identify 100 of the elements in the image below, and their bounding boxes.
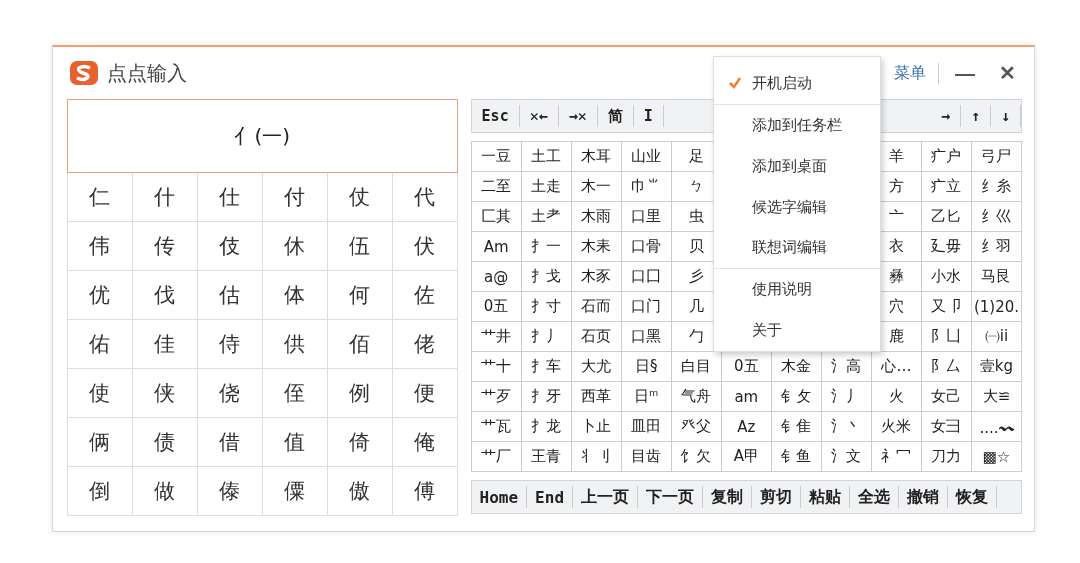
character-cell[interactable]: 倚 bbox=[327, 418, 393, 467]
character-cell[interactable]: 传 bbox=[132, 222, 198, 271]
component-cell[interactable]: 木金 bbox=[771, 352, 821, 381]
component-cell[interactable]: 西革 bbox=[571, 382, 621, 411]
component-cell[interactable]: 壹kg bbox=[971, 352, 1021, 381]
component-cell[interactable]: 纟巛 bbox=[971, 202, 1021, 231]
component-cell[interactable]: 阝凵 bbox=[921, 322, 971, 351]
component-cell[interactable]: Am bbox=[471, 232, 521, 261]
component-cell[interactable]: 廴毋 bbox=[921, 232, 971, 261]
component-cell[interactable]: 女彐 bbox=[921, 412, 971, 441]
component-cell[interactable]: 氵高 bbox=[821, 352, 871, 381]
character-cell[interactable]: 伟 bbox=[68, 222, 133, 271]
character-cell[interactable]: 优 bbox=[68, 271, 133, 320]
character-cell[interactable]: 借 bbox=[197, 418, 263, 467]
component-cell[interactable]: 匚其 bbox=[471, 202, 521, 231]
character-cell[interactable]: 佬 bbox=[392, 320, 458, 369]
toolbar-key[interactable]: ✕← bbox=[519, 105, 559, 127]
component-cell[interactable]: ▩☆ bbox=[971, 442, 1021, 471]
component-cell[interactable]: 饣欠 bbox=[671, 442, 721, 471]
edit-key[interactable]: 复制 bbox=[703, 486, 752, 508]
character-cell[interactable]: 伐 bbox=[132, 271, 198, 320]
component-cell[interactable]: 口里 bbox=[621, 202, 671, 231]
edit-key[interactable]: 全选 bbox=[850, 486, 899, 508]
close-button[interactable]: ✕ bbox=[991, 61, 1024, 85]
component-cell[interactable]: 又卩 bbox=[921, 292, 971, 321]
component-cell[interactable]: 癶父 bbox=[671, 412, 721, 441]
arrow-key[interactable]: ↓ bbox=[990, 105, 1021, 127]
component-cell[interactable]: am bbox=[721, 382, 771, 411]
component-cell[interactable]: 丬刂 bbox=[571, 442, 621, 471]
component-cell[interactable]: 目齿 bbox=[621, 442, 671, 471]
character-cell[interactable]: 值 bbox=[262, 418, 328, 467]
component-cell[interactable]: 小水 bbox=[921, 262, 971, 291]
character-cell[interactable]: 伏 bbox=[392, 222, 458, 271]
component-cell[interactable]: ....〰 bbox=[971, 412, 1021, 441]
component-cell[interactable]: 木雨 bbox=[571, 202, 621, 231]
character-cell[interactable]: 仕 bbox=[197, 173, 263, 222]
character-cell[interactable]: 仗 bbox=[327, 173, 393, 222]
character-cell[interactable]: 佰 bbox=[327, 320, 393, 369]
component-cell[interactable]: 石页 bbox=[571, 322, 621, 351]
edit-key[interactable]: 剪切 bbox=[752, 486, 801, 508]
arrow-key[interactable]: ↑ bbox=[960, 105, 991, 127]
component-cell[interactable]: 乙匕 bbox=[921, 202, 971, 231]
component-cell[interactable]: 土耂 bbox=[521, 202, 571, 231]
component-cell[interactable]: 马艮 bbox=[971, 262, 1021, 291]
component-cell[interactable]: 一豆 bbox=[471, 142, 521, 171]
component-cell[interactable]: 口黑 bbox=[621, 322, 671, 351]
component-cell[interactable]: 火米 bbox=[871, 412, 921, 441]
edit-key[interactable]: Home bbox=[471, 486, 528, 508]
character-cell[interactable]: 代 bbox=[392, 173, 458, 222]
component-cell[interactable]: 0五 bbox=[471, 292, 521, 321]
toolbar-key[interactable]: 简 bbox=[597, 105, 634, 127]
component-cell[interactable]: (1)20. bbox=[971, 292, 1021, 321]
component-cell[interactable]: 白目 bbox=[671, 352, 721, 381]
component-cell[interactable]: 艹歹 bbox=[471, 382, 521, 411]
character-cell[interactable]: 佐 bbox=[392, 271, 458, 320]
component-cell[interactable]: 二至 bbox=[471, 172, 521, 201]
component-cell[interactable]: 王青 bbox=[521, 442, 571, 471]
toolbar-key[interactable]: →✕ bbox=[558, 105, 598, 127]
component-cell[interactable]: 钅鱼 bbox=[771, 442, 821, 471]
component-cell[interactable]: 礻冖 bbox=[871, 442, 921, 471]
character-cell[interactable]: 倒 bbox=[68, 467, 133, 516]
character-cell[interactable]: 估 bbox=[197, 271, 263, 320]
menu-item[interactable]: 添加到任务栏 bbox=[713, 103, 880, 146]
component-cell[interactable]: 土走 bbox=[521, 172, 571, 201]
character-cell[interactable]: 债 bbox=[132, 418, 198, 467]
component-cell[interactable]: 土工 bbox=[521, 142, 571, 171]
character-cell[interactable]: 傲 bbox=[327, 467, 393, 516]
component-cell[interactable]: 氵丿 bbox=[821, 382, 871, 411]
component-cell[interactable]: 阝厶 bbox=[921, 352, 971, 381]
character-cell[interactable]: 便 bbox=[392, 369, 458, 418]
character-cell[interactable]: 俩 bbox=[68, 418, 133, 467]
character-cell[interactable]: 体 bbox=[262, 271, 328, 320]
character-cell[interactable]: 仁 bbox=[68, 173, 133, 222]
component-cell[interactable]: 口囗 bbox=[621, 262, 671, 291]
character-cell[interactable]: 什 bbox=[132, 173, 198, 222]
component-cell[interactable]: A甲 bbox=[721, 442, 771, 471]
component-cell[interactable]: 木豕 bbox=[571, 262, 621, 291]
component-cell[interactable]: 女己 bbox=[921, 382, 971, 411]
edit-key[interactable]: 撤销 bbox=[899, 486, 948, 508]
character-cell[interactable]: 侄 bbox=[262, 369, 328, 418]
character-cell[interactable]: 佳 bbox=[132, 320, 198, 369]
character-cell[interactable]: 僳 bbox=[262, 467, 328, 516]
component-cell[interactable]: 艹井 bbox=[471, 322, 521, 351]
character-cell[interactable]: 例 bbox=[327, 369, 393, 418]
character-cell[interactable]: 何 bbox=[327, 271, 393, 320]
component-cell[interactable]: 扌戈 bbox=[521, 262, 571, 291]
character-cell[interactable]: 俺 bbox=[392, 418, 458, 467]
component-cell[interactable]: a@ bbox=[471, 262, 521, 291]
component-cell[interactable]: 艹十 bbox=[471, 352, 521, 381]
component-cell[interactable]: 木一 bbox=[571, 172, 621, 201]
component-cell[interactable]: 纟羽 bbox=[971, 232, 1021, 261]
character-cell[interactable]: 伍 bbox=[327, 222, 393, 271]
component-cell[interactable]: 卜止 bbox=[571, 412, 621, 441]
component-cell[interactable]: 艹瓦 bbox=[471, 412, 521, 441]
component-cell[interactable]: 氵文 bbox=[821, 442, 871, 471]
component-cell[interactable]: 扌一 bbox=[521, 232, 571, 261]
menu-link[interactable]: 菜单 bbox=[882, 62, 939, 84]
component-cell[interactable]: 弓尸 bbox=[971, 142, 1021, 171]
component-cell[interactable]: 木耒 bbox=[571, 232, 621, 261]
arrow-key[interactable]: → bbox=[930, 105, 961, 127]
